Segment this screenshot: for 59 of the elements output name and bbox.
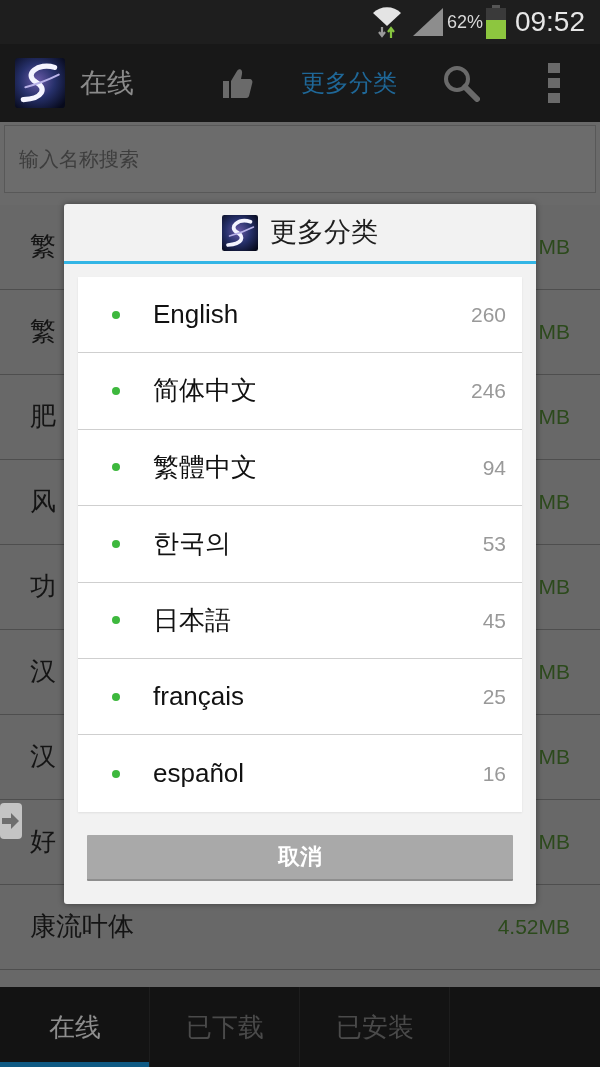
language-label: français <box>153 681 245 713</box>
item-count: 260 <box>470 302 506 328</box>
language-item[interactable]: 简体中文 246 <box>78 353 522 430</box>
font-name: 风 <box>30 486 56 518</box>
font-size-label: MB <box>538 574 570 600</box>
font-size-label: MB <box>538 744 570 770</box>
item-count: 246 <box>470 378 506 404</box>
signal-icon <box>412 8 443 36</box>
clock-time: 09:52 <box>514 8 585 36</box>
item-count: 45 <box>482 607 506 633</box>
language-label: español <box>153 757 245 790</box>
language-label: 한국의 <box>153 528 231 560</box>
font-name: 康流叶体 <box>30 911 134 943</box>
font-size-label: 4.52MB <box>497 914 570 940</box>
item-count: 16 <box>482 760 506 787</box>
overflow-menu-icon[interactable] <box>548 63 560 103</box>
font-size-label: MB <box>538 659 570 685</box>
font-size-label: MB <box>538 319 570 345</box>
font-size-label: MB <box>538 404 570 430</box>
language-item[interactable]: français 25 <box>78 658 522 736</box>
language-item[interactable]: 繁體中文 94 <box>78 429 522 507</box>
font-size-label: MB <box>538 489 570 515</box>
font-name: 繁 <box>30 231 56 263</box>
bullet-dot-icon <box>112 769 120 778</box>
language-item[interactable]: español 16 <box>78 735 522 812</box>
item-count: 94 <box>482 454 506 481</box>
bullet-dot-icon <box>112 387 120 396</box>
font-name: 繁 <box>30 316 56 348</box>
font-name: 肥 <box>30 401 56 433</box>
language-item[interactable]: 日本語 45 <box>78 582 522 659</box>
app-logo-icon <box>222 214 258 251</box>
bullet-dot-icon <box>112 692 120 701</box>
arrow-right-icon[interactable] <box>0 803 22 839</box>
font-size-label: MB <box>538 234 570 260</box>
language-label: 日本語 <box>153 604 231 636</box>
battery-icon <box>485 5 506 39</box>
font-name: 功 <box>30 571 56 603</box>
battery-percent: 62% <box>446 13 483 31</box>
app-logo-icon <box>15 58 65 108</box>
bullet-dot-icon <box>112 616 120 625</box>
bullet-dot-icon <box>112 539 120 548</box>
font-name: 好 <box>30 826 56 858</box>
item-count: 25 <box>482 684 506 710</box>
thumbs-up-icon[interactable] <box>221 67 253 99</box>
font-name: 汉 <box>30 741 56 773</box>
language-label: 繁體中文 <box>153 451 257 484</box>
language-label: English <box>153 299 239 331</box>
font-size-label: MB <box>538 829 570 855</box>
search-icon[interactable] <box>443 64 480 102</box>
bullet-dot-icon <box>112 310 120 319</box>
language-label: 简体中文 <box>153 375 257 407</box>
app-title: 在线 <box>80 66 134 100</box>
language-item[interactable]: 한국의 53 <box>78 506 522 583</box>
bottom-tab[interactable]: 在线 <box>0 987 150 1067</box>
language-item[interactable]: English 260 <box>78 277 522 354</box>
dialog-title: 更多分类 <box>270 216 378 249</box>
item-count: 53 <box>482 531 506 557</box>
bullet-dot-icon <box>112 463 120 472</box>
font-name: 汉 <box>30 656 56 688</box>
